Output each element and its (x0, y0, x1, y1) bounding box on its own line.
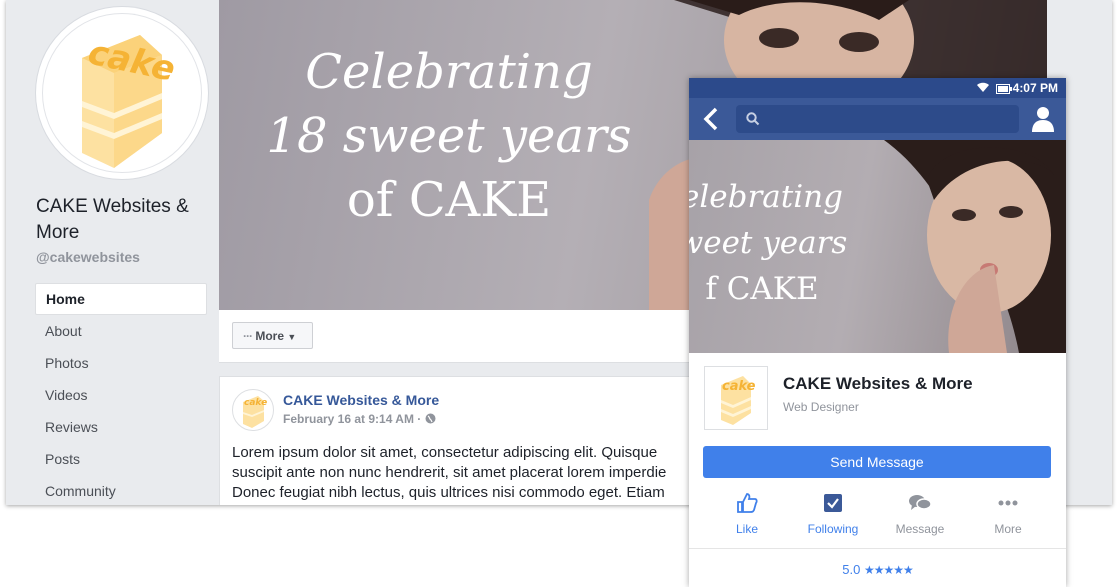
profile-picture[interactable]: cake (36, 7, 208, 179)
divider (689, 548, 1066, 549)
checkbox-icon (788, 490, 878, 516)
post-author-link[interactable]: CAKE Websites & More (283, 392, 439, 408)
mobile-app-bar (689, 98, 1066, 140)
sidebar-item-photos[interactable]: Photos (35, 347, 207, 379)
caret-down-icon: ▼ (287, 332, 297, 342)
profile-icon[interactable] (1032, 106, 1054, 137)
mobile-cover-line-2: weet years (689, 225, 848, 261)
post-avatar-text: cake (244, 398, 267, 408)
mobile-cover-line-3: f CAKE (705, 271, 819, 307)
cake-logo: cake (42, 13, 202, 173)
sidebar-item-posts[interactable]: Posts (35, 443, 207, 475)
post-timestamp[interactable]: February 16 at 9:14 AM · (283, 412, 436, 426)
sidebar-item-videos[interactable]: Videos (35, 379, 207, 411)
search-icon (746, 112, 760, 131)
sidebar-item-reviews[interactable]: Reviews (35, 411, 207, 443)
mobile-screen: 4:07 PM elebrating weet years f CAKE cak… (689, 78, 1066, 587)
sidebar-nav: Home About Photos Videos Reviews Posts C… (35, 283, 207, 505)
globe-icon (425, 412, 436, 426)
status-time: 4:07 PM (1012, 81, 1058, 95)
mobile-action-row: Like Following Message More (689, 490, 1066, 550)
more-action-label: More (994, 522, 1022, 536)
mobile-cover-headline: elebrating weet years f CAKE (689, 174, 867, 312)
wifi-icon (976, 82, 990, 96)
more-label: More (255, 329, 285, 343)
message-button[interactable]: Message (875, 490, 965, 536)
page-title[interactable]: CAKE Websites & More (36, 194, 211, 246)
speech-bubbles-icon (875, 490, 965, 516)
thumbs-up-icon (702, 490, 792, 516)
like-label: Like (735, 522, 758, 536)
back-arrow-icon[interactable] (703, 107, 719, 136)
sidebar-item-community[interactable]: Community (35, 475, 207, 505)
sidebar-item-home[interactable]: Home (35, 283, 207, 315)
mobile-page-logo[interactable]: cake (704, 366, 768, 430)
more-button[interactable]: ··· More ▼ (232, 322, 313, 349)
cover-line-3: of CAKE (346, 172, 552, 228)
mobile-logo-text: cake (722, 379, 756, 394)
cover-headline: Celebrating 18 sweet years of CAKE (264, 40, 634, 232)
like-button[interactable]: Like (702, 490, 792, 536)
following-button[interactable]: Following (788, 490, 878, 536)
page-handle: @cakewebsites (36, 249, 140, 265)
rating-value: 5.0 (842, 562, 861, 577)
battery-icon (996, 83, 1012, 97)
rating[interactable]: 5.0 ★★★★★ (689, 562, 1066, 577)
dots-icon: ··· (243, 329, 253, 343)
post-separator: · (417, 412, 422, 426)
cover-line-2: 18 sweet years (266, 108, 632, 164)
sidebar: cake CAKE Websites & More @cakewebsites … (6, 0, 218, 505)
dots-icon (963, 490, 1053, 516)
mobile-more-button[interactable]: More (963, 490, 1053, 536)
post-avatar[interactable]: cake (232, 389, 274, 431)
post-date-text: February 16 at 9:14 AM (283, 412, 414, 426)
message-label: Message (895, 522, 945, 536)
send-message-button[interactable]: Send Message (703, 446, 1051, 478)
star-rating-icon: ★★★★★ (863, 563, 914, 577)
mobile-cover-line-1: elebrating (689, 179, 843, 215)
mobile-page-name: CAKE Websites & More (783, 374, 973, 393)
search-input[interactable] (736, 105, 1019, 133)
status-bar: 4:07 PM (689, 78, 1066, 98)
cover-line-1: Celebrating (305, 44, 593, 100)
mobile-page-category: Web Designer (783, 400, 859, 414)
following-label: Following (807, 522, 859, 536)
mobile-page-header: cake CAKE Websites & More Web Designer (689, 353, 1066, 445)
mobile-cover-photo[interactable]: elebrating weet years f CAKE (689, 140, 1066, 353)
sidebar-item-about[interactable]: About (35, 315, 207, 347)
